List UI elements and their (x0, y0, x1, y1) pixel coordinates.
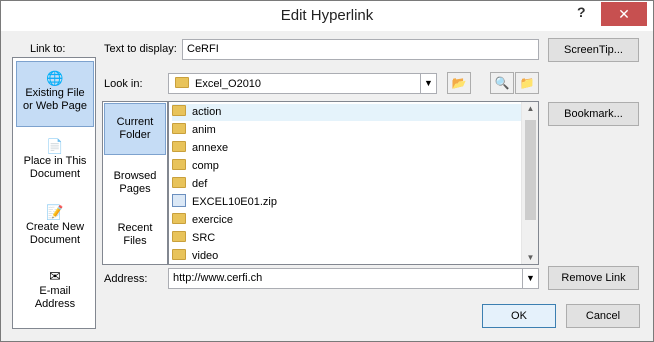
document-place-icon: 📄 (46, 138, 64, 154)
file-name: comp (192, 160, 219, 172)
folder-icon (172, 231, 186, 242)
nav-label-line2: Document (29, 234, 81, 246)
list-item[interactable]: action (172, 104, 522, 121)
email-icon: ✉ (49, 268, 61, 284)
nav-label-line2: Document (29, 168, 81, 180)
list-item[interactable]: annexe (172, 140, 522, 157)
remove-link-button[interactable]: Remove Link (548, 266, 639, 290)
chevron-down-icon[interactable]: ▼ (522, 269, 538, 288)
tab-label-line2: Folder (119, 129, 151, 141)
look-in-side-panel: Current Folder Browsed Pages Recent File… (102, 101, 168, 265)
list-item[interactable]: video (172, 248, 522, 264)
text-to-display-label: Text to display: (104, 43, 177, 55)
chevron-down-icon[interactable]: ▼ (420, 74, 436, 93)
list-item[interactable]: exercice (172, 212, 522, 229)
scroll-down-icon[interactable]: ▼ (522, 253, 538, 262)
nav-create-new-document[interactable]: 📝 Create New Document (16, 202, 94, 258)
scroll-up-icon[interactable]: ▲ (522, 104, 538, 113)
address-label: Address: (104, 273, 148, 285)
nav-label-line1: Place in This (23, 155, 87, 167)
look-in-label: Look in: (104, 78, 143, 90)
file-list[interactable]: action anim annexe comp def EXCEL10E01.z… (168, 101, 539, 265)
globe-file-icon: 🌐 (46, 70, 64, 86)
nav-existing-file[interactable]: 🌐 Existing File or Web Page (16, 61, 94, 127)
new-document-icon: 📝 (46, 204, 64, 220)
nav-place-in-document[interactable]: 📄 Place in This Document (16, 136, 94, 192)
nav-label-line2: Address (34, 298, 76, 310)
file-name: def (192, 178, 208, 190)
folder-icon (172, 213, 186, 224)
scroll-thumb[interactable] (525, 120, 536, 220)
nav-label-line1: Create New (25, 221, 85, 233)
folder-icon (172, 123, 186, 134)
vertical-scrollbar[interactable]: ▲ ▼ (521, 102, 538, 264)
folder-icon (172, 159, 186, 170)
screentip-button[interactable]: ScreenTip... (548, 38, 639, 62)
tab-label-line2: Pages (119, 183, 151, 195)
list-item[interactable]: comp (172, 158, 522, 175)
address-combo[interactable]: http://www.cerfi.ch ▼ (168, 268, 539, 289)
up-folder-button[interactable]: 📂 (447, 72, 471, 94)
browse-web-button[interactable]: 🔍 (490, 72, 514, 94)
nav-label-line1: Existing File (25, 87, 85, 99)
text-to-display-input[interactable]: CeRFI (182, 39, 539, 60)
title-bar: Edit Hyperlink ? ✕ (1, 1, 653, 31)
file-name: EXCEL10E01.zip (192, 196, 277, 208)
bookmark-button[interactable]: Bookmark... (548, 102, 639, 126)
file-name: action (192, 106, 222, 118)
folder-icon (175, 77, 189, 88)
link-to-panel: 🌐 Existing File or Web Page 📄 Place in T… (12, 57, 96, 329)
folder-icon (172, 177, 186, 188)
browse-file-icon: 📁 (519, 76, 535, 90)
up-folder-icon: 📂 (451, 76, 467, 90)
nav-label-line1: E-mail (39, 285, 71, 297)
tab-label-line1: Current (116, 116, 154, 128)
list-item[interactable]: def (172, 176, 522, 193)
tab-browsed-pages[interactable]: Browsed Pages (104, 158, 166, 208)
tab-label-line1: Browsed (113, 170, 157, 182)
list-item[interactable]: EXCEL10E01.zip (172, 194, 522, 211)
dialog-title: Edit Hyperlink (280, 7, 374, 24)
folder-icon (172, 249, 186, 260)
cancel-button[interactable]: Cancel (566, 304, 640, 328)
close-button[interactable]: ✕ (601, 2, 647, 26)
tab-label-line2: Files (123, 235, 147, 247)
file-name: video (192, 250, 219, 262)
file-name: anim (192, 124, 216, 136)
help-icon[interactable]: ? (577, 4, 586, 20)
address-value: http://www.cerfi.ch (173, 272, 263, 284)
browse-web-icon: 🔍 (494, 76, 510, 90)
file-name: exercice (192, 214, 233, 226)
look-in-combo[interactable]: Excel_O2010 ▼ (168, 73, 437, 94)
nav-label-line2: or Web Page (22, 100, 87, 112)
folder-icon (172, 141, 186, 152)
file-name: annexe (192, 142, 229, 154)
tab-recent-files[interactable]: Recent Files (104, 212, 166, 262)
ok-button[interactable]: OK (482, 304, 556, 328)
tab-current-folder[interactable]: Current Folder (104, 103, 166, 155)
nav-email-address[interactable]: ✉ E-mail Address (16, 266, 94, 322)
look-in-value: Excel_O2010 (195, 78, 262, 90)
zip-file-icon (172, 194, 186, 207)
edit-hyperlink-dialog: Edit Hyperlink ? ✕ Link to: 🌐 Existing F… (0, 0, 654, 342)
list-item[interactable]: anim (172, 122, 522, 139)
link-to-label: Link to: (30, 43, 66, 55)
browse-file-button[interactable]: 📁 (515, 72, 539, 94)
list-item[interactable]: SRC (172, 230, 522, 247)
tab-label-line1: Recent (117, 222, 153, 234)
file-name: SRC (192, 232, 216, 244)
folder-icon (172, 105, 186, 116)
